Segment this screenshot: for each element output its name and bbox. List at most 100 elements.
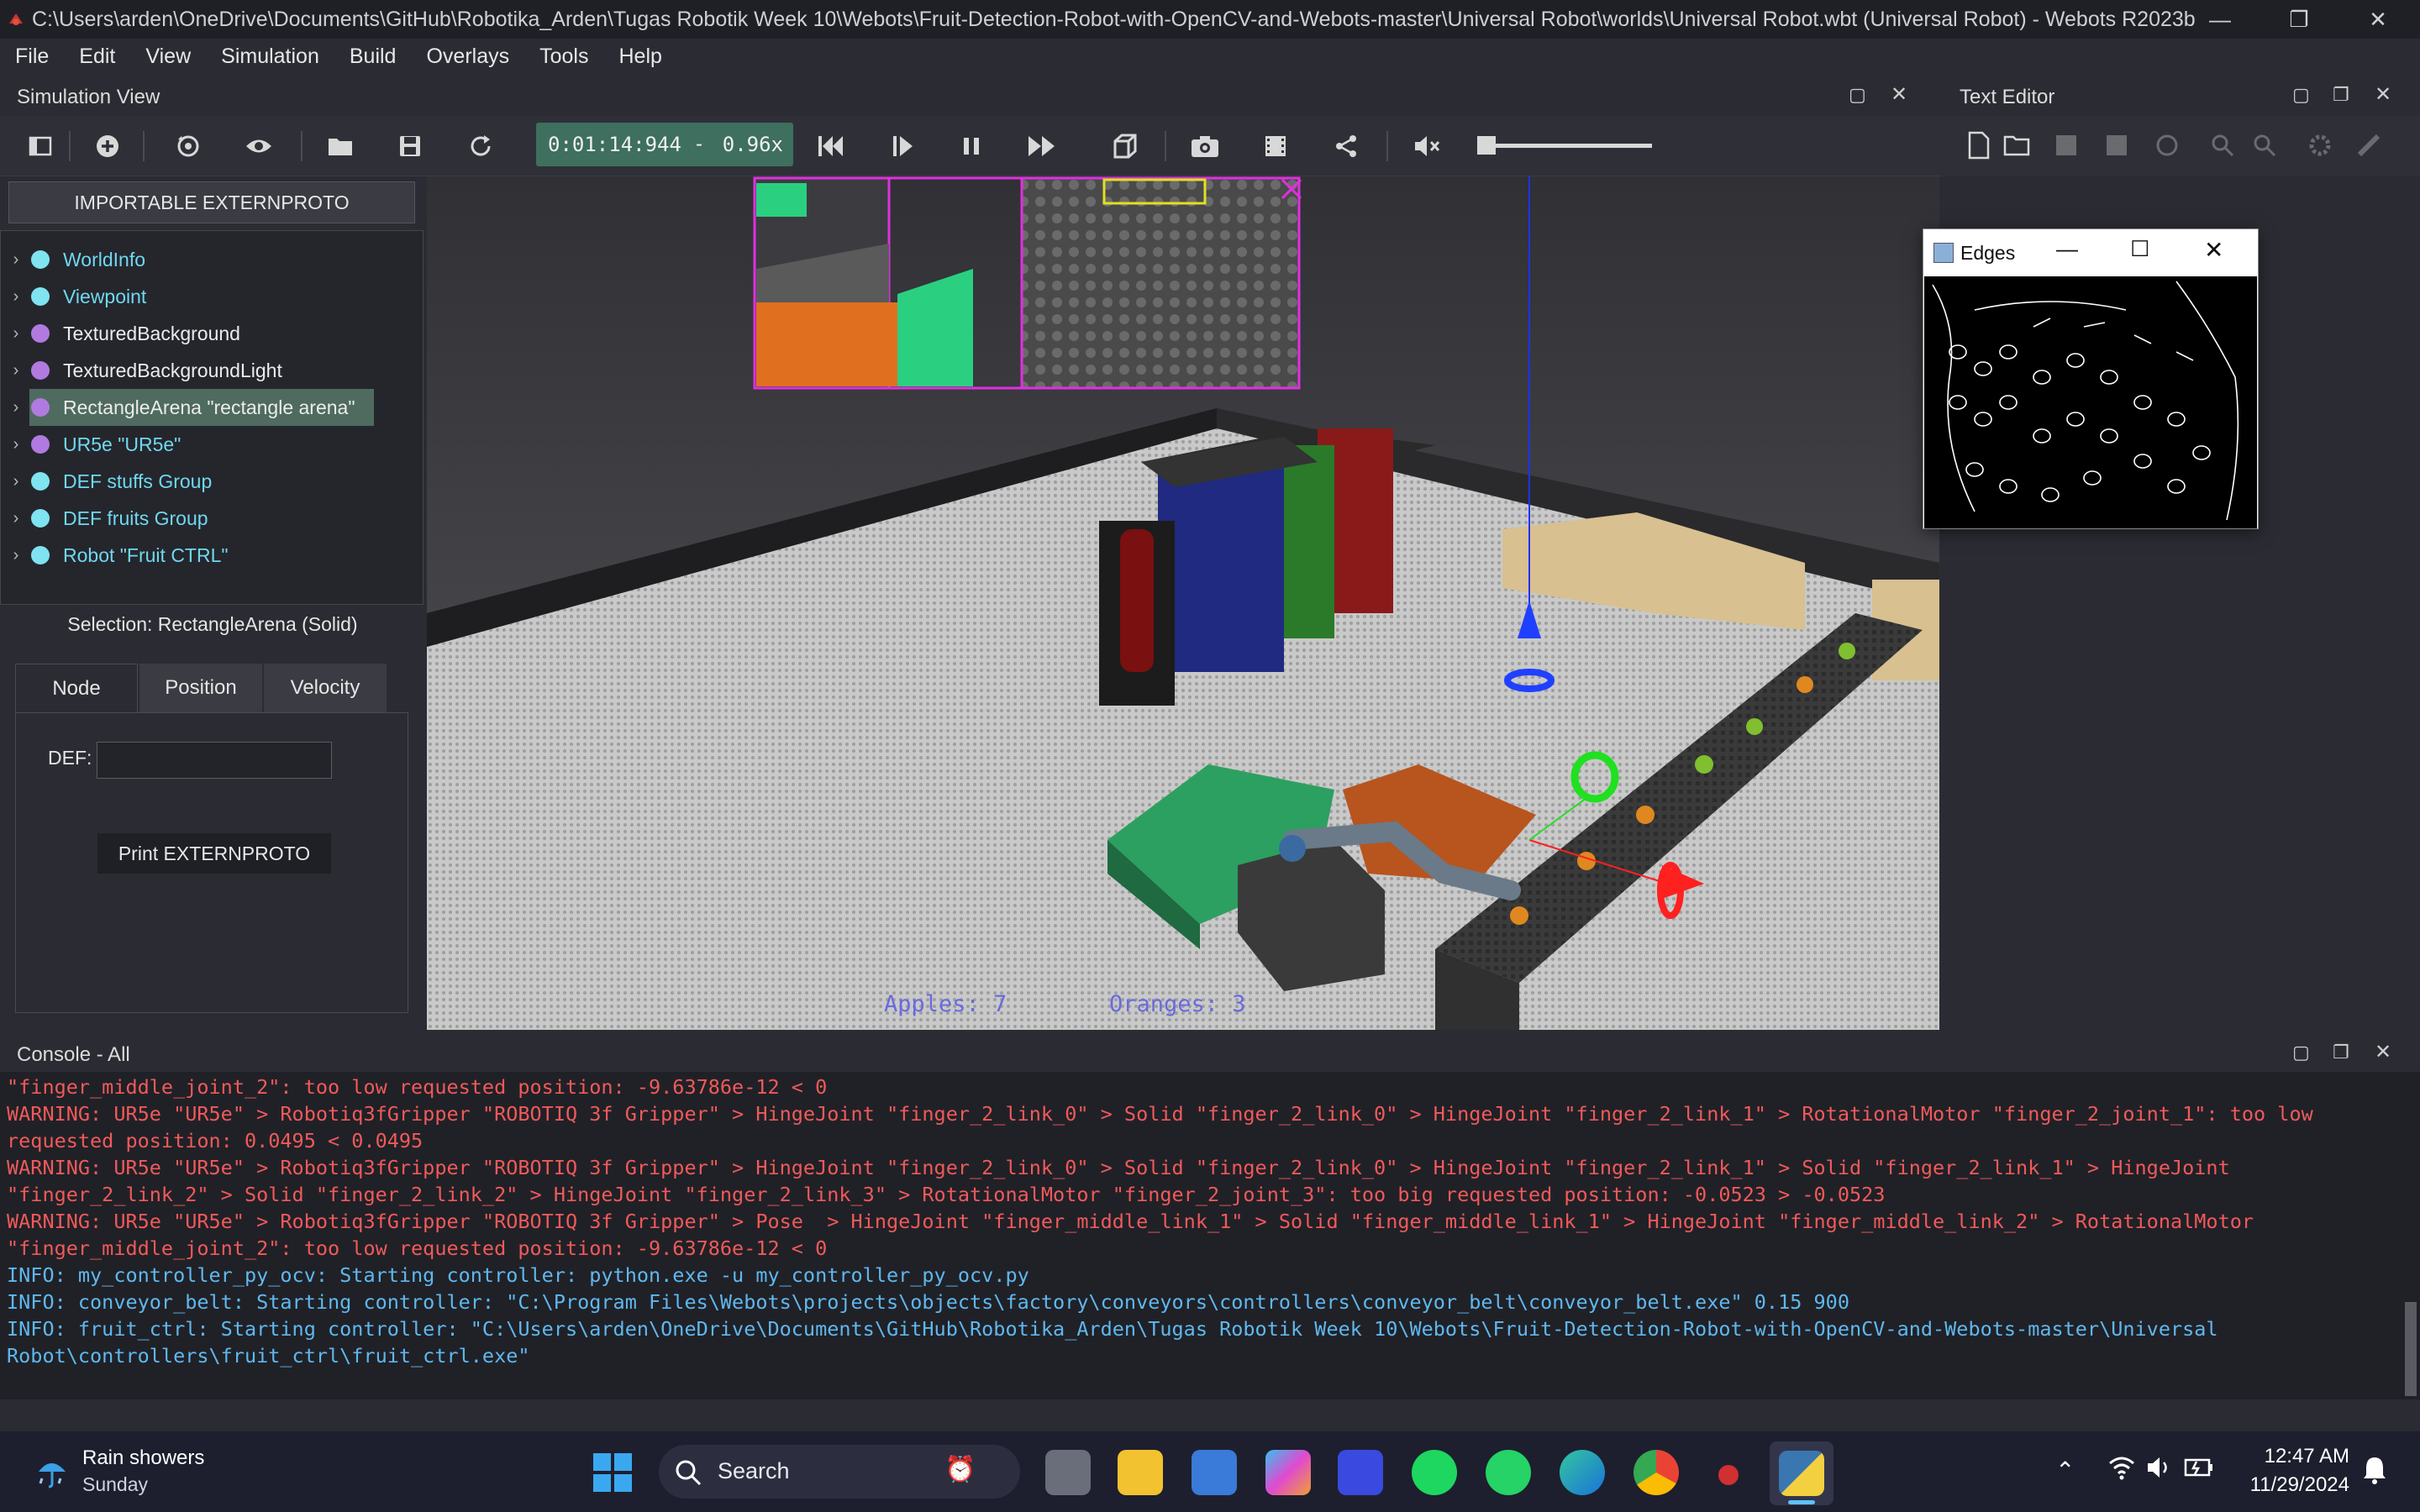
menu-tools[interactable]: Tools (524, 45, 603, 69)
new-file-icon[interactable] (1966, 131, 1991, 164)
step-icon[interactable] (884, 128, 921, 165)
battery-icon[interactable] (2183, 1455, 2215, 1484)
reset-view-icon[interactable] (170, 128, 207, 165)
copilot-icon[interactable] (1265, 1450, 1311, 1495)
print-externproto-button[interactable]: Print EXTERNPROTO (97, 832, 332, 874)
toggle-scene-tree-icon[interactable] (22, 128, 59, 165)
tab-node[interactable]: Node (15, 664, 138, 712)
tree-item-stuffs-group[interactable]: › DEF stuffs Group (1, 463, 423, 500)
def-input[interactable] (97, 742, 332, 779)
save-file-icon[interactable] (2054, 133, 2079, 162)
menu-simulation[interactable]: Simulation (206, 45, 334, 69)
menu-edit[interactable]: Edit (64, 45, 130, 69)
simulation-toolbar (0, 116, 1941, 176)
microsoft-store-icon[interactable] (1192, 1450, 1237, 1495)
expand-arrow-icon[interactable]: › (1, 472, 31, 491)
undock-panel-icon[interactable]: ❐ (2333, 84, 2349, 106)
tree-item-rectanglearena[interactable]: › RectangleArena "rectangle arena" (1, 389, 423, 426)
expand-arrow-icon[interactable]: › (1, 509, 31, 528)
tree-item-texturedbackgroundlight[interactable]: › TexturedBackgroundLight (1, 352, 423, 389)
float-panel-icon[interactable]: ▢ (1849, 84, 1866, 106)
reset-simulation-icon[interactable] (812, 128, 849, 165)
tab-position[interactable]: Position (139, 664, 262, 712)
edges-window[interactable]: Edges — ☐ ✕ (1923, 228, 2259, 529)
edges-close-button[interactable]: ✕ (2204, 236, 2223, 264)
tree-item-ur5e[interactable]: › UR5e "UR5e" (1, 426, 423, 463)
save-as-icon[interactable] (2104, 133, 2129, 162)
console-scrollbar[interactable] (2405, 1302, 2417, 1396)
notification-bell-icon[interactable] (2361, 1455, 2388, 1489)
tree-item-texturedbackground[interactable]: › TexturedBackground (1, 315, 423, 352)
chrome-icon[interactable] (1634, 1450, 1679, 1495)
close-panel-icon[interactable]: ✕ (1891, 82, 1907, 107)
float-panel-icon[interactable]: ▢ (2292, 1042, 2310, 1063)
edge-icon[interactable] (1560, 1450, 1605, 1495)
clock-date[interactable]: 11/29/2024 (2227, 1473, 2349, 1497)
webots-taskbar-icon[interactable] (1706, 1450, 1751, 1495)
find-icon[interactable] (2210, 133, 2235, 162)
float-panel-icon[interactable]: ▢ (2292, 84, 2310, 106)
start-icon[interactable] (593, 1453, 632, 1496)
weather-title[interactable]: Rain showers (82, 1446, 204, 1470)
task-view-icon[interactable] (1045, 1450, 1091, 1495)
whatsapp-icon[interactable] (1486, 1450, 1531, 1495)
edges-maximize-button[interactable]: ☐ (2130, 236, 2149, 262)
menu-view[interactable]: View (130, 45, 206, 69)
tree-item-viewpoint[interactable]: › Viewpoint (1, 278, 423, 315)
screenshot-icon[interactable] (1186, 128, 1223, 165)
spotify-icon[interactable] (1412, 1450, 1457, 1495)
clean-icon[interactable] (2356, 133, 2381, 162)
volume-slider[interactable] (1479, 144, 1652, 148)
weather-subtitle[interactable]: Sunday (82, 1473, 148, 1496)
search-box[interactable]: Search ⏰ (659, 1445, 1020, 1499)
record-movie-icon[interactable] (1257, 128, 1294, 165)
replace-icon[interactable] (2252, 133, 2277, 162)
minimize-button[interactable]: — (2181, 0, 2259, 39)
expand-arrow-icon[interactable]: › (1, 361, 31, 381)
edges-minimize-button[interactable]: — (2056, 236, 2078, 262)
close-panel-icon[interactable]: ✕ (2375, 82, 2391, 107)
clock-time[interactable]: 12:47 AM (2240, 1445, 2349, 1468)
tree-item-fruit-ctrl[interactable]: › Robot "Fruit CTRL" (1, 537, 423, 574)
toggle-rendering-icon[interactable] (1106, 128, 1143, 165)
pause-icon[interactable] (953, 128, 990, 165)
powerautomate-icon[interactable] (1338, 1450, 1383, 1495)
tree-item-worldinfo[interactable]: › WorldInfo (1, 241, 423, 278)
share-icon[interactable] (1328, 128, 1365, 165)
tree-item-fruits-group[interactable]: › DEF fruits Group (1, 500, 423, 537)
python-taskbar-active[interactable] (1770, 1441, 1833, 1505)
build-gear-icon[interactable] (2307, 133, 2333, 162)
volume-slider-handle[interactable] (1477, 136, 1496, 155)
open-world-icon[interactable] (323, 128, 360, 165)
eye-icon[interactable] (240, 128, 277, 165)
expand-arrow-icon[interactable]: › (1, 398, 31, 417)
tab-velocity[interactable]: Velocity (264, 664, 387, 712)
expand-arrow-icon[interactable]: › (1, 250, 31, 270)
3d-viewport[interactable]: Apples: 7 Oranges: 3 (427, 176, 1939, 1030)
restore-button[interactable]: ❐ (2260, 0, 2338, 39)
expand-arrow-icon[interactable]: › (1, 324, 31, 344)
weather-icon[interactable] (30, 1450, 72, 1496)
close-panel-icon[interactable]: ✕ (2375, 1040, 2391, 1064)
fast-forward-icon[interactable] (1023, 128, 1060, 165)
close-button[interactable]: ✕ (2339, 0, 2417, 39)
add-node-icon[interactable] (89, 128, 126, 165)
undock-panel-icon[interactable]: ❐ (2333, 1042, 2349, 1063)
menu-overlays[interactable]: Overlays (411, 45, 524, 69)
menu-build[interactable]: Build (334, 45, 412, 69)
mute-icon[interactable] (1408, 128, 1445, 165)
expand-arrow-icon[interactable]: › (1, 546, 31, 565)
chevron-up-icon[interactable]: ⌃ (2055, 1457, 2075, 1484)
revert-icon[interactable] (2154, 133, 2180, 162)
importable-externproto-button[interactable]: IMPORTABLE EXTERNPROTO (8, 181, 415, 223)
menu-help[interactable]: Help (603, 45, 676, 69)
save-world-icon[interactable] (392, 128, 429, 165)
reload-world-icon[interactable] (462, 128, 499, 165)
file-explorer-icon[interactable] (1118, 1450, 1163, 1495)
expand-arrow-icon[interactable]: › (1, 435, 31, 454)
open-file-icon[interactable] (2003, 133, 2033, 162)
wifi-icon[interactable] (2107, 1453, 2136, 1486)
speaker-icon[interactable] (2144, 1453, 2173, 1486)
expand-arrow-icon[interactable]: › (1, 287, 31, 307)
menu-file[interactable]: File (0, 45, 64, 69)
